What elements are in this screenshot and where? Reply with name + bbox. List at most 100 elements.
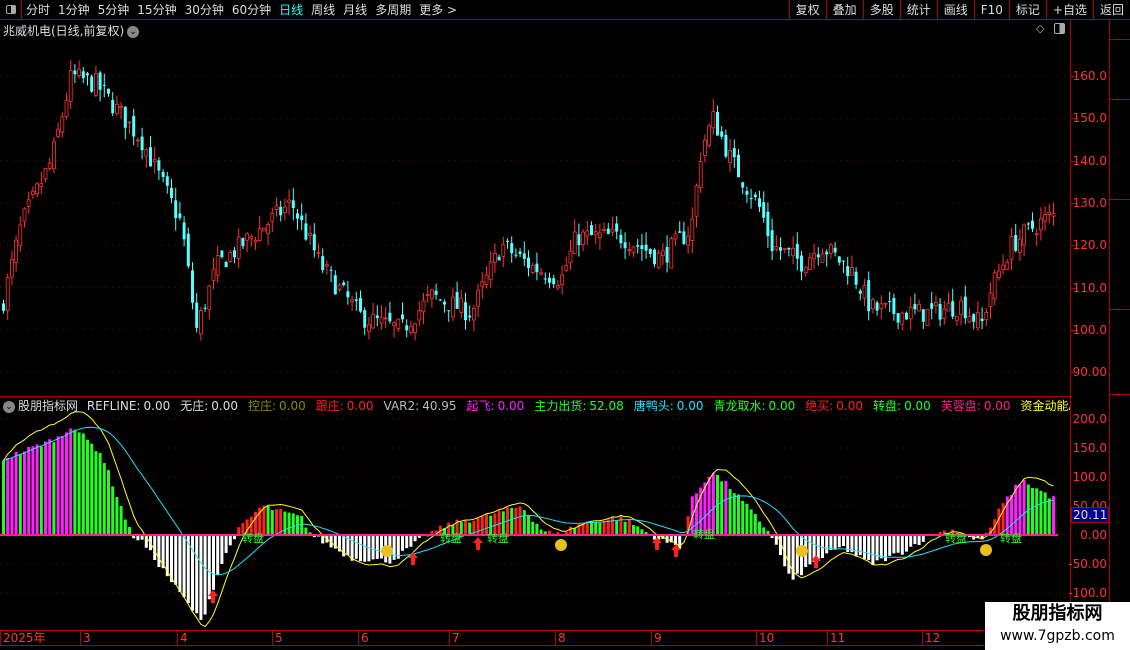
candle [152,158,157,163]
candle [795,243,799,259]
indicator-bar [837,535,841,548]
candle [514,254,518,256]
candle [396,318,401,329]
fund-momentum-b-line [3,426,1054,576]
right-tab[interactable] [1110,200,1130,310]
indicator-bar [65,432,68,535]
chevron-down-icon[interactable]: ⌄ [3,400,15,413]
indicator-bar [749,509,753,535]
candle [300,215,304,221]
candle [429,289,434,300]
indicator-bar [636,526,640,535]
indicator-bar [900,535,904,555]
candle [992,272,997,300]
price-tick-label: 100.0 [1072,322,1107,337]
candle [980,318,984,322]
candle [392,322,397,327]
candle [60,116,65,133]
indicator-bar [871,535,875,566]
candle [149,147,152,167]
indicator-bar [480,515,484,535]
indicator-bar [207,535,211,600]
indicator-bar [1001,503,1005,535]
candle [421,300,426,313]
indicator-bar [102,463,106,535]
indicator-bar [728,489,732,535]
indicator-bar [867,535,871,561]
candle [1051,213,1056,217]
indicator-name[interactable]: 股朋指标网 [18,399,78,413]
indicator-bar [627,519,631,535]
candle [468,315,472,318]
candle [758,198,761,207]
right-tab[interactable] [1110,20,1130,40]
candle [892,298,896,314]
indicator-bar [905,535,908,552]
indicator-bar [510,507,514,535]
indicator-bar [157,535,161,568]
candle [329,269,333,271]
candle [321,256,325,271]
tick-mark [1071,76,1076,77]
month-label: 8 [555,631,566,646]
indicator-bar [917,535,921,546]
candle [233,250,236,258]
indicator-bar [31,446,35,535]
candle [257,228,262,241]
candle [623,242,627,249]
candle [913,304,917,310]
indicator-value: 青龙取水: 0.00 [713,399,800,413]
candle [598,232,602,238]
candle [879,303,884,310]
indicator-value: 跟庄: 0.00 [316,399,379,413]
indicator-number: 0.00 [346,399,374,413]
indicator-bar [1022,479,1026,535]
candle [590,225,593,236]
indicator-bar [632,525,635,535]
price-tick-label: 150.0 [1072,111,1107,126]
candle [938,304,942,320]
candle [304,223,308,240]
candle [35,183,39,194]
month-label: 6 [358,631,369,646]
smiley-icon [555,539,567,551]
tick-mark [1071,329,1076,331]
indicator-bar [1052,496,1055,535]
candle [724,134,728,157]
right-tab[interactable] [1110,310,1130,395]
candle [279,206,283,216]
indicator-value: 控庄: 0.00 [248,399,311,413]
candle [182,222,186,240]
indicator-bar [371,535,375,560]
candle [488,261,493,280]
right-tab[interactable] [1110,40,1130,100]
candle [241,238,245,247]
candle [161,171,165,178]
indicator-bar [762,527,766,535]
candle [787,247,791,250]
right-tab[interactable] [1110,100,1130,200]
candle [18,224,23,247]
indicator-value: 绝买: 0.00 [805,399,868,413]
candle [316,251,321,254]
candle [86,73,89,76]
indicator-bar [174,535,178,585]
candle [64,100,69,117]
indicator-label: REFLINE: [86,399,141,413]
candle [261,227,266,232]
candle [471,307,476,321]
indicator-value: 无庄: 0.00 [180,399,243,413]
candle [405,325,409,331]
price-chart[interactable]: 转盘 转盘 转盘 转盘 转盘 转盘 [0,0,1070,650]
toolbar-button[interactable]: 返回 [1092,0,1130,20]
indicator-bar [569,526,572,535]
indicator-bar [354,535,358,559]
indicator-bar [44,441,47,535]
candle [207,285,212,311]
candle [543,278,547,280]
candle [174,200,178,219]
candle [770,230,774,252]
candle [215,255,220,276]
candle [972,314,976,322]
indicator-bar [2,460,5,535]
